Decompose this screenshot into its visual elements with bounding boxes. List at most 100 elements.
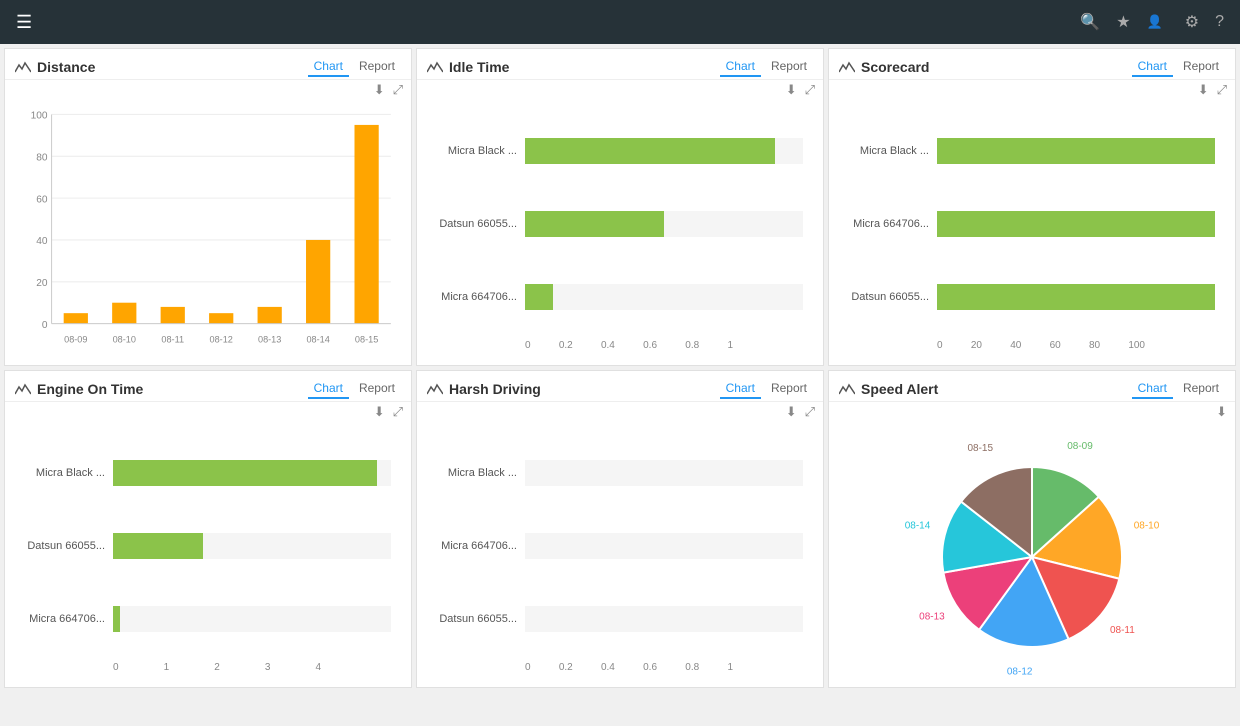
bar-fill: 100 (937, 211, 1215, 237)
panel-title-text: Idle Time (449, 59, 509, 75)
chart-area: Micra Black ...0Micra 664706...0Datsun 6… (417, 422, 823, 687)
h-bar-row: Datsun 66055... 1.3 Hour (15, 533, 391, 559)
expand-icon[interactable]: ⤢ (1217, 82, 1227, 98)
bar-fill: 100 (937, 284, 1215, 310)
svg-text:08-15: 08-15 (967, 442, 993, 453)
bar-label: Micra Black ... (15, 467, 105, 479)
svg-text:80: 80 (36, 152, 48, 163)
bar-track: 100 (937, 211, 1215, 237)
panel-engine-on-time: Engine On TimeChartReport⬇⤢Micra Black .… (4, 370, 412, 688)
header-left: ☰ (16, 12, 32, 33)
panel-tab-chart[interactable]: Chart (308, 57, 349, 77)
bar-label: Micra Black ... (839, 145, 929, 157)
header-right: 🔍 ★ 👤 ⚙ ? (1080, 12, 1224, 32)
bar-track: 0 (525, 460, 803, 486)
settings-icon[interactable]: ⚙ (1185, 12, 1199, 32)
download-icon[interactable]: ⬇ (786, 82, 797, 98)
panel-title: Harsh Driving (427, 381, 541, 397)
download-icon[interactable]: ⬇ (786, 404, 797, 420)
download-icon[interactable]: ⬇ (1198, 82, 1209, 98)
panel-header: Speed Alert ChartReport (829, 371, 1235, 402)
expand-icon[interactable]: ⤢ (805, 404, 815, 420)
panel-tabs: ChartReport (308, 379, 401, 399)
bar-fill: 0.5 Hour (525, 211, 664, 237)
dashboard: DistanceChartReport⬇⤢02040608010008-0908… (0, 44, 1240, 692)
panel-tab-chart[interactable]: Chart (720, 379, 761, 399)
bar-track: 100 (937, 138, 1215, 164)
svg-text:08-14: 08-14 (905, 520, 931, 531)
panel-tab-report[interactable]: Report (1177, 57, 1225, 77)
panel-tab-chart[interactable]: Chart (1132, 57, 1173, 77)
panel-title: Engine On Time (15, 381, 143, 397)
panel-tab-chart[interactable]: Chart (720, 57, 761, 77)
svg-text:08-15: 08-15 (355, 334, 378, 344)
hamburger-icon[interactable]: ☰ (16, 12, 32, 33)
panel-title-text: Scorecard (861, 59, 929, 75)
bar-label: Datsun 66055... (427, 218, 517, 230)
bar-label: Micra 664706... (839, 218, 929, 230)
search-icon[interactable]: 🔍 (1080, 12, 1100, 32)
user-icon: 👤 (1147, 14, 1163, 30)
panel-tab-report[interactable]: Report (765, 379, 813, 399)
panel-tab-report[interactable]: Report (1177, 379, 1225, 399)
panel-tabs: ChartReport (720, 57, 813, 77)
panel-tabs: ChartReport (1132, 57, 1225, 77)
bar-track: 1.3 Hour (113, 533, 391, 559)
star-icon[interactable]: ★ (1116, 12, 1130, 32)
bar-track: 3.8 Hour (113, 460, 391, 486)
panel-header: Engine On Time ChartReport (5, 371, 411, 402)
download-icon[interactable]: ⬇ (374, 82, 385, 98)
panel-title-text: Speed Alert (861, 381, 938, 397)
panel-title-text: Engine On Time (37, 381, 143, 397)
panel-title: Distance (15, 59, 95, 75)
svg-text:08-12: 08-12 (1007, 666, 1033, 677)
expand-icon[interactable]: ⤢ (805, 82, 815, 98)
svg-text:08-14: 08-14 (306, 334, 329, 344)
bar-fill: 0.1 Hour (113, 606, 120, 632)
panel-header: Scorecard ChartReport (829, 49, 1235, 80)
panel-speed-alert: Speed AlertChartReport⬇08-0908-1008-1108… (828, 370, 1236, 688)
panel-tab-report[interactable]: Report (353, 57, 401, 77)
panel-tab-report[interactable]: Report (765, 57, 813, 77)
bar-fill: 0.1 Hour (525, 284, 553, 310)
download-icon[interactable]: ⬇ (374, 404, 385, 420)
h-bar-row: Micra Black ... 3.8 Hour (15, 460, 391, 486)
h-bar-row: Datsun 66055... 0 (427, 606, 803, 632)
svg-text:08-13: 08-13 (919, 611, 945, 622)
bar-track: 0 (525, 533, 803, 559)
bar-track: 0.5 Hour (525, 211, 803, 237)
panel-harsh-driving: Harsh Driving ChartReport ⬇ ⤢ Micra Black ..… (416, 370, 824, 688)
svg-text:08-10: 08-10 (1134, 520, 1160, 531)
svg-text:08-09: 08-09 (1067, 441, 1093, 452)
bar-label: Datsun 66055... (15, 540, 105, 552)
bar-label: Micra 664706... (427, 291, 517, 303)
bar-track: 0.1 Hour (113, 606, 391, 632)
panel-tab-chart[interactable]: Chart (1132, 379, 1173, 399)
chart-area: 02040608010008-0908-1008-1108-1208-1308-… (5, 100, 411, 365)
svg-text:08-09: 08-09 (64, 334, 87, 344)
chart-icon (427, 382, 443, 396)
chart-icon (839, 60, 855, 74)
panel-tab-chart[interactable]: Chart (308, 379, 349, 399)
h-bar-row: Micra 664706... 0.1 Hour (427, 284, 803, 310)
download-icon[interactable]: ⬇ (1216, 404, 1227, 420)
panel-tabs: ChartReport (1132, 379, 1225, 399)
admin-user[interactable]: 👤 (1147, 14, 1169, 30)
panel-title: Scorecard (839, 59, 929, 75)
panel-tab-report[interactable]: Report (353, 379, 401, 399)
bar-track: 0 (525, 606, 803, 632)
bar-label: Datsun 66055... (427, 613, 517, 625)
expand-icon[interactable]: ⤢ (393, 82, 403, 98)
x-axis: 01234 (15, 662, 391, 677)
bar-label: Micra 664706... (15, 613, 105, 625)
x-axis: 020406080100 (839, 340, 1215, 355)
svg-text:60: 60 (36, 194, 48, 205)
h-bar-row: Datsun 66055...100 (839, 284, 1215, 310)
header: ☰ 🔍 ★ 👤 ⚙ ? (0, 0, 1240, 44)
expand-icon[interactable]: ⤢ (393, 404, 403, 420)
h-bar-row: Micra Black ...0.9 Hour (427, 138, 803, 164)
panel-actions: ⬇⤢ (5, 402, 411, 422)
bar-track: 100 (937, 284, 1215, 310)
help-icon[interactable]: ? (1215, 13, 1224, 31)
panel-header: Harsh Driving ChartReport (417, 371, 823, 402)
